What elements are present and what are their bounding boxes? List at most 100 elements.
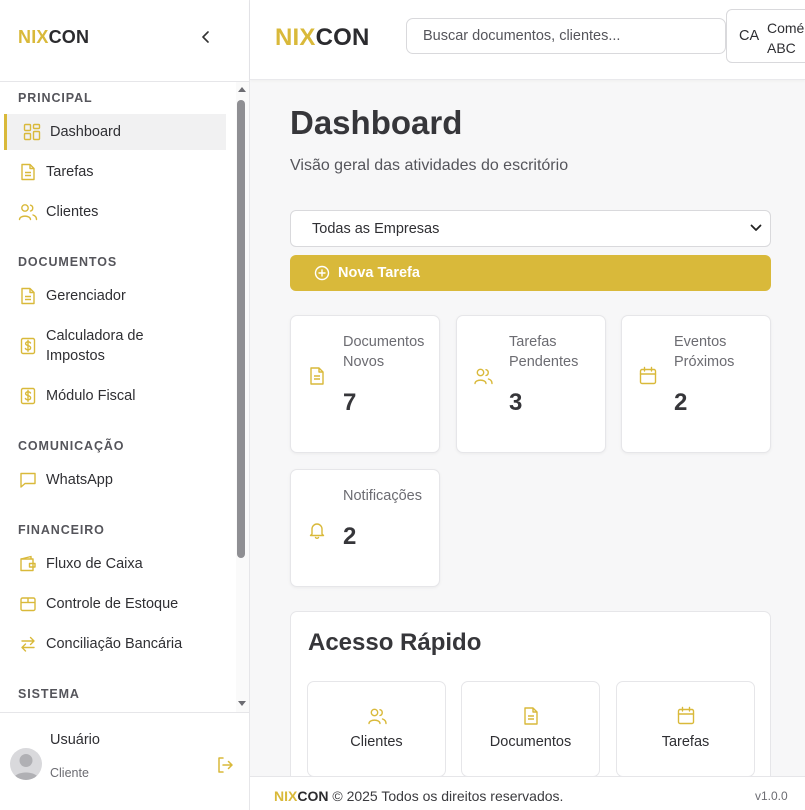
users-icon (18, 202, 38, 222)
sidebar-item-label: Tarefas (46, 164, 94, 180)
sidebar-item-label: WhatsApp (46, 472, 113, 488)
stat-value: 2 (674, 389, 688, 416)
new-task-label: Nova Tarefa (338, 265, 420, 281)
user-avatar-icon (13, 754, 39, 780)
sidebar-item-label: Fluxo de Caixa (46, 556, 143, 572)
copyright-text: © 2025 Todos os direitos reservados. (332, 788, 564, 804)
scrollbar-thumb[interactable] (237, 100, 245, 558)
users-icon (368, 708, 387, 725)
avatar[interactable] (10, 748, 42, 780)
wallet-icon (18, 554, 38, 574)
quick-access-clientes[interactable]: Clientes (307, 681, 446, 776)
new-task-button[interactable]: Nova Tarefa (290, 255, 771, 291)
sidebar-header: NIXCON (0, 0, 249, 82)
main-content: Dashboard Visão geral das atividades do … (250, 80, 805, 776)
quick-access-documentos[interactable]: Documentos (461, 681, 600, 776)
section-title-documentos: DOCUMENTOS (18, 255, 118, 269)
calendar-icon (639, 366, 657, 385)
logo-part-nix: NIX (274, 788, 298, 804)
dollar-icon (18, 336, 38, 356)
quick-access-label: Clientes (350, 734, 403, 750)
logout-icon (218, 757, 233, 773)
plus-circle-icon (314, 265, 330, 281)
stat-card-tarefas-pendentes[interactable]: Tarefas Pendentes 3 (456, 315, 606, 453)
sidebar-item-clientes[interactable]: Clientes (4, 194, 226, 230)
sidebar-item-modulo-fiscal[interactable]: Módulo Fiscal (4, 378, 226, 414)
scroll-up-arrow-icon[interactable] (237, 85, 247, 93)
app-version: v1.0.0 (755, 789, 788, 803)
sidebar-item-conciliacao-bancaria[interactable]: Conciliação Bancária (4, 626, 226, 662)
sidebar-user-panel: Usuário Cliente (0, 712, 249, 810)
sidebar-item-label: Gerenciador (46, 288, 126, 304)
user-role: Cliente (50, 766, 89, 780)
document-icon (524, 707, 538, 725)
document-icon (310, 367, 324, 385)
page-subtitle: Visão geral das atividades do escritório (290, 157, 569, 174)
stat-value: 7 (343, 389, 357, 416)
search-input[interactable] (406, 18, 726, 54)
sidebar-item-gerenciador[interactable]: Gerenciador (4, 278, 226, 314)
document-icon (18, 162, 38, 182)
company-selector[interactable]: CA Comé ABC (726, 9, 805, 63)
section-title-comunicacao: COMUNICAÇÃO (18, 439, 125, 453)
stat-label: Notificações (343, 488, 422, 504)
company-name: Comé ABC (767, 20, 805, 56)
section-title-financeiro: FINANCEIRO (18, 523, 105, 537)
chevron-down-icon (750, 224, 762, 231)
document-icon (18, 286, 38, 306)
logo-part-nix: NIX (275, 24, 316, 51)
section-title-sistema: SISTEMA (18, 687, 80, 701)
package-icon (18, 594, 38, 614)
filter-selected-value: Todas as Empresas (312, 220, 440, 237)
sidebar-item-label: Módulo Fiscal (46, 388, 136, 404)
stat-value: 2 (343, 523, 357, 550)
page-title: Dashboard (290, 104, 463, 141)
quick-access-title: Acesso Rápido (308, 629, 482, 656)
stat-card-documentos-novos[interactable]: Documentos Novos 7 (290, 315, 440, 453)
logo-part-nix: NIX (18, 27, 49, 47)
sidebar-item-whatsapp[interactable]: WhatsApp (4, 462, 226, 498)
sidebar-item-label: Controle de Estoque (46, 596, 179, 612)
footer-copyright: NIXCON © 2025 Todos os direitos reservad… (274, 788, 563, 804)
logo-part-con: CON (48, 27, 90, 47)
top-bar: NIXCON CA Comé ABC (250, 0, 805, 80)
quick-access-panel: Acesso Rápido Clientes Documentos Tarefa… (290, 611, 771, 776)
section-title-principal: PRINCIPAL (18, 91, 93, 105)
dollar-icon (18, 386, 38, 406)
stat-card-eventos-proximos[interactable]: Eventos Próximos 2 (621, 315, 771, 453)
user-name: Usuário (50, 732, 100, 748)
sidebar-item-controle-estoque[interactable]: Controle de Estoque (4, 586, 226, 622)
sidebar-nav: PRINCIPAL Dashboard Tarefas Clientes DOC… (0, 82, 236, 712)
company-filter-select[interactable]: Todas as Empresas (290, 210, 771, 247)
users-icon (474, 368, 493, 385)
swap-arrows-icon (18, 634, 38, 654)
collapse-sidebar-button[interactable] (196, 26, 216, 48)
logo-part-con: CON (297, 788, 329, 804)
logo-part-con: CON (315, 24, 370, 51)
sidebar: NIXCON PRINCIPAL Dashboard Tarefas Clien… (0, 0, 250, 810)
calendar-icon (677, 706, 695, 725)
stat-label: Documentos Novos (343, 334, 425, 370)
header-logo[interactable]: NIXCON (275, 24, 370, 52)
scroll-down-arrow-icon[interactable] (237, 700, 247, 708)
stat-card-notificacoes[interactable]: Notificações 2 (290, 469, 440, 587)
sidebar-item-tarefas[interactable]: Tarefas (4, 154, 226, 190)
sidebar-item-fluxo-caixa[interactable]: Fluxo de Caixa (4, 546, 226, 582)
sidebar-item-dashboard[interactable]: Dashboard (4, 114, 226, 150)
quick-access-label: Tarefas (661, 734, 710, 750)
app-root: NIXCON PRINCIPAL Dashboard Tarefas Clien… (0, 0, 805, 810)
bell-icon (309, 523, 325, 539)
sidebar-item-label: Conciliação Bancária (46, 636, 183, 652)
page-footer: NIXCON © 2025 Todos os direitos reservad… (250, 776, 805, 810)
quick-access-tarefas[interactable]: Tarefas (616, 681, 755, 776)
dashboard-grid-icon (22, 122, 42, 142)
sidebar-item-calculadora-impostos[interactable]: Calculadora de Impostos (4, 320, 226, 372)
company-abbreviation: CA (739, 28, 760, 44)
chevron-left-icon (202, 31, 209, 43)
sidebar-logo[interactable]: NIXCON (18, 27, 89, 48)
sidebar-item-label: Dashboard (50, 124, 121, 140)
sidebar-item-label: Calculadora de Impostos (46, 328, 144, 364)
stat-label: Eventos Próximos (674, 334, 735, 370)
logout-button[interactable] (214, 754, 236, 776)
stat-label: Tarefas Pendentes (509, 334, 579, 370)
